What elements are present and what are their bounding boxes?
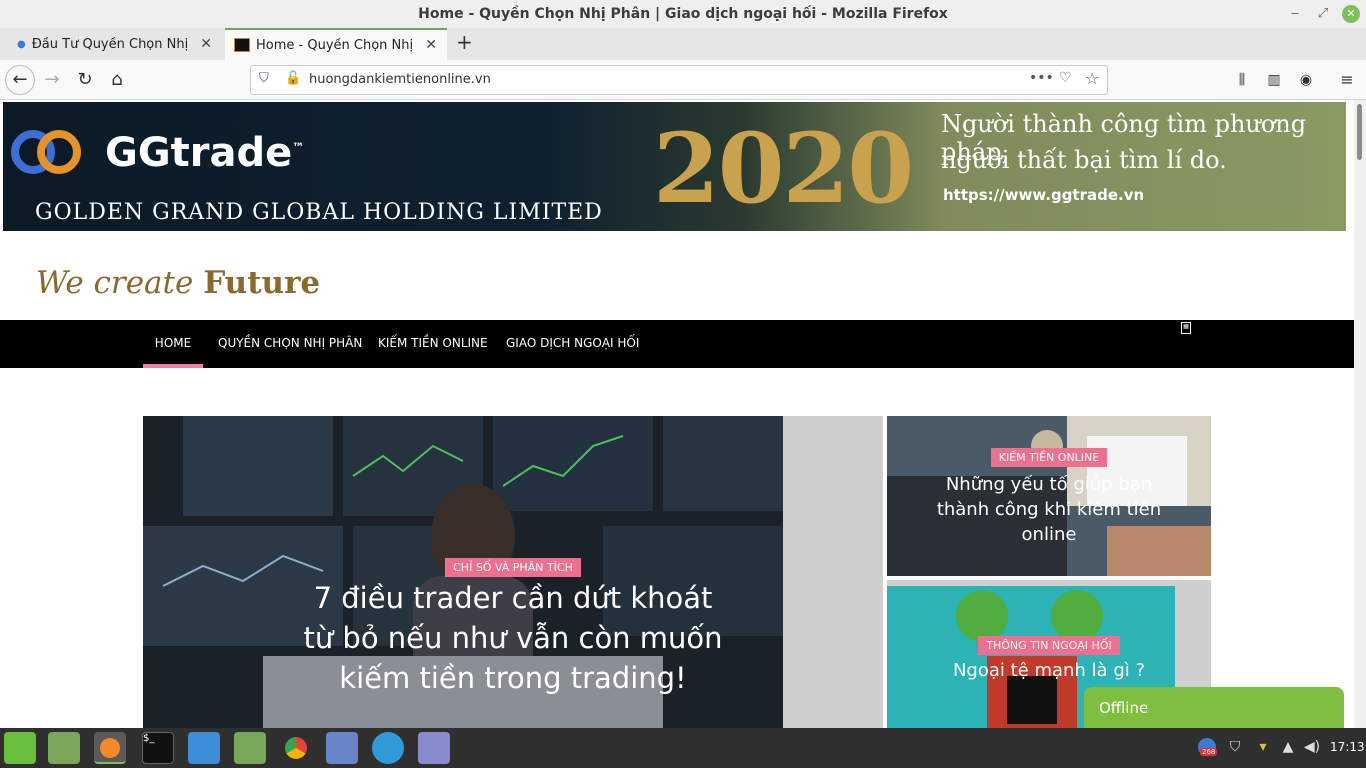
back-icon[interactable]: ← — [5, 65, 35, 95]
menu-item-quyen-chon[interactable]: QUYỀN CHỌN NHỊ PHÂN — [218, 320, 362, 368]
mail-icon[interactable] — [326, 732, 358, 764]
files-icon[interactable] — [234, 732, 266, 764]
side-post-2-title[interactable]: Ngoại tệ mạnh là gì ? — [927, 658, 1171, 683]
site-favicon-icon — [234, 38, 250, 52]
banner-year: 2020 — [653, 112, 914, 225]
text-editor-icon[interactable] — [418, 732, 450, 764]
tab-close-icon[interactable]: ✕ — [425, 37, 437, 53]
volume-icon[interactable]: ◀) — [1303, 738, 1321, 756]
sidebar-icon[interactable]: ▥ — [1260, 66, 1288, 94]
forward-icon[interactable]: → — [38, 66, 66, 94]
terminal-icon[interactable]: $_ — [142, 732, 174, 764]
tab-home[interactable]: Home - Quyền Chọn Nhị Phân ✕ — [225, 28, 447, 60]
side-post-1[interactable]: KIẾM TIỀN ONLINE Những yếu tố giúp bạn t… — [887, 416, 1211, 576]
reload-icon[interactable]: ↻ — [71, 66, 99, 94]
featured-post[interactable]: CHỈ SỐ VÀ PHÂN TÍCH 7 điều trader cần dứ… — [143, 416, 883, 728]
taskbar: $_ 268 ⛉ ▾ ▲ ◀) 17:13 — [0, 728, 1366, 768]
account-icon[interactable]: ◉ — [1292, 66, 1320, 94]
side-post-1-category[interactable]: KIẾM TIỀN ONLINE — [990, 448, 1108, 467]
qr-icon[interactable]: ▦ — [1181, 322, 1191, 334]
featured-title[interactable]: 7 điều trader cần dứt khoát từ bỏ nếu nh… — [303, 578, 723, 698]
site-tagline[interactable]: We create Future — [36, 265, 320, 301]
menu-item-giao-dich[interactable]: GIAO DỊCH NGOẠI HỐI — [506, 320, 639, 368]
tab-label: Đầu Tư Quyền Chọn Nhị Phân — [31, 36, 192, 52]
side-post-2-category[interactable]: THÔNG TIN NGOẠI HỐI — [978, 636, 1120, 655]
page-scrollbar[interactable] — [1354, 100, 1366, 728]
ggtrade-logo-icon — [11, 130, 81, 174]
window-title: Home - Quyền Chọn Nhị Phân | Giao dịch n… — [418, 6, 948, 22]
chat-widget[interactable]: Offline — [1084, 687, 1344, 728]
show-desktop-icon[interactable] — [48, 732, 80, 764]
url-text[interactable]: huongdankiemtienonline.vn — [309, 72, 491, 87]
banner-brand: GGtrade™ — [105, 130, 305, 176]
more-actions-icon[interactable]: ••• — [1029, 70, 1054, 86]
notification-icon[interactable]: ▲ — [1279, 738, 1297, 756]
minimize-icon[interactable]: ‒ — [1286, 5, 1304, 23]
mint-menu-icon[interactable] — [4, 732, 36, 764]
hamburger-menu-icon[interactable]: ≡ — [1333, 66, 1361, 94]
tagline-part1: We create — [36, 265, 194, 301]
side-post-1-title[interactable]: Những yếu tố giúp bạn thành công khi kiế… — [927, 472, 1171, 547]
home-icon[interactable]: ⌂ — [103, 66, 131, 94]
banner-company: GOLDEN GRAND GLOBAL HOLDING LIMITED — [35, 200, 603, 225]
menu-item-kiem-tien[interactable]: KIẾM TIỀN ONLINE — [378, 320, 488, 368]
update-count-badge: 268 — [1200, 748, 1218, 756]
telegram-icon[interactable] — [372, 732, 404, 764]
tab-label: Home - Quyền Chọn Nhị Phân — [256, 37, 418, 53]
new-tab-icon[interactable]: + — [456, 30, 473, 54]
main-menu: HOME QUYỀN CHỌN NHỊ PHÂN KIẾM TIỀN ONLIN… — [0, 320, 1354, 368]
pocket-icon[interactable]: ♡ — [1059, 70, 1072, 86]
shield-tray-icon[interactable]: ⛉ — [1226, 738, 1244, 756]
network-icon[interactable]: ▾ — [1254, 738, 1272, 756]
banner-url: https://www.ggtrade.vn — [943, 186, 1145, 204]
clock[interactable]: 17:13 — [1330, 740, 1365, 754]
featured-category-badge[interactable]: CHỈ SỐ VÀ PHÂN TÍCH — [445, 558, 581, 577]
library-icon[interactable]: ⫼ — [1228, 66, 1256, 94]
tab-dot-icon: ● — [17, 38, 26, 50]
insecure-lock-icon[interactable]: 🔓 — [285, 71, 301, 86]
tagline-part2: Future — [203, 265, 321, 301]
rss-reader-icon[interactable] — [188, 732, 220, 764]
shield-icon[interactable]: ⛉ — [259, 71, 269, 86]
close-icon[interactable]: ✕ — [1342, 5, 1360, 23]
address-bar[interactable]: ⛉ 🔓 huongdankiemtienonline.vn ••• ♡ ☆ — [250, 65, 1108, 95]
ggtrade-banner[interactable]: GGtrade™ GOLDEN GRAND GLOBAL HOLDING LIM… — [3, 102, 1346, 231]
menu-item-home[interactable]: HOME — [143, 320, 203, 368]
window-titlebar: Home - Quyền Chọn Nhị Phân | Giao dịch n… — [0, 0, 1366, 30]
navigation-toolbar: ← → ↻ ⌂ ⛉ 🔓 huongdankiemtienonline.vn ••… — [0, 60, 1366, 100]
banner-quote-line2: người thất bại tìm lí do. — [941, 146, 1227, 174]
maximize-icon[interactable]: ⤢ — [1314, 5, 1332, 23]
bookmark-star-icon[interactable]: ☆ — [1085, 69, 1099, 88]
tab-close-icon[interactable]: ✕ — [200, 36, 212, 52]
tab-dau-tu[interactable]: ● Đầu Tư Quyền Chọn Nhị Phân ✕ — [0, 28, 222, 60]
chrome-icon[interactable] — [280, 732, 312, 764]
tab-strip: ● Đầu Tư Quyền Chọn Nhị Phân ✕ Home - Qu… — [0, 28, 1366, 60]
chat-status: Offline — [1099, 699, 1149, 717]
scrollbar-thumb[interactable] — [1357, 104, 1362, 160]
firefox-icon[interactable] — [94, 732, 126, 764]
